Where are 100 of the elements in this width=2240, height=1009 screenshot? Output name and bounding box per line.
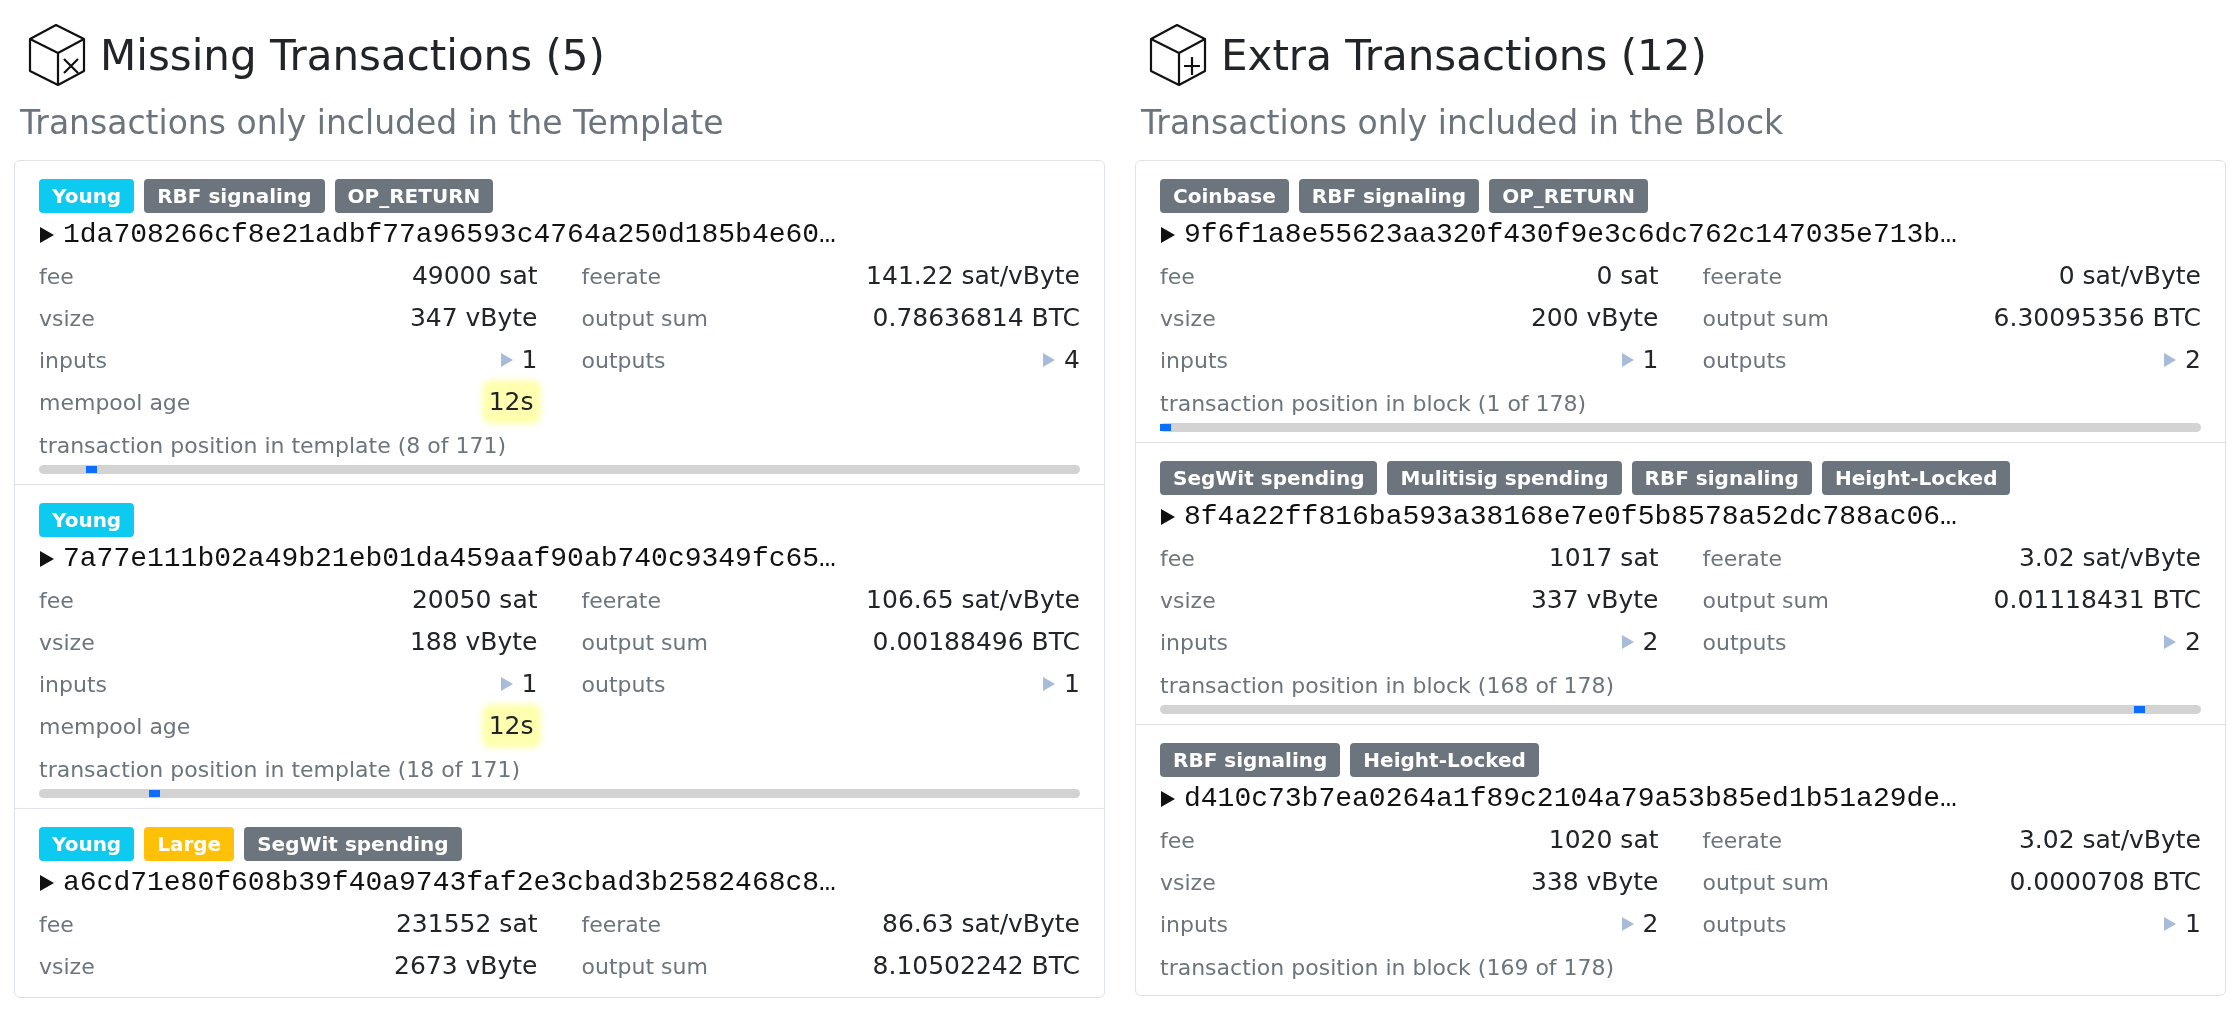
field-label: feerate	[581, 586, 661, 615]
field-value: 0 sat	[1596, 260, 1659, 293]
field-value: 49000 sat	[411, 260, 538, 293]
field-value: 347 vByte	[409, 302, 538, 335]
field-label: feerate	[581, 910, 661, 939]
tag: RBF signaling	[1160, 743, 1341, 777]
field-value: 2	[1642, 908, 1659, 941]
field-value: 338 vByte	[1530, 866, 1659, 899]
field-label: outputs	[1702, 346, 1787, 375]
field-label: output sum	[581, 952, 708, 981]
position-label: transaction position in template (18 of 171)	[39, 755, 522, 784]
field-label: vsize	[1160, 586, 1216, 615]
field-label: output sum	[1702, 586, 1829, 615]
field-label: inputs	[1160, 628, 1229, 657]
field-label: inputs	[1160, 910, 1229, 939]
expand-triangle-icon[interactable]	[39, 226, 55, 244]
section-title: Missing Transactions (5)	[100, 29, 605, 82]
expand-triangle-icon[interactable]	[1160, 226, 1176, 244]
field-value: 0.78636814 BTC	[872, 302, 1080, 335]
field-value: 3.02 sat/vByte	[2018, 542, 2201, 575]
field-value: 0.0000708 BTC	[2009, 866, 2201, 899]
field-label: fee	[39, 262, 74, 291]
tag: Height-Locked	[1821, 461, 2011, 495]
field-label: feerate	[1702, 544, 1782, 573]
field-value: 6.30095356 BTC	[1993, 302, 2201, 335]
field-label: fee	[1160, 826, 1195, 855]
field-value: 0 sat/vByte	[2058, 260, 2201, 293]
field-value: 4	[1064, 344, 1080, 377]
field-value: 20050 sat	[411, 584, 538, 617]
tag: RBF signaling	[1298, 179, 1480, 213]
tag: Young	[39, 503, 135, 537]
tag: OP_RETURN	[334, 179, 494, 213]
field-value: 1	[2185, 908, 2201, 941]
field-value: 188 vByte	[409, 626, 538, 659]
field-value: 1	[1064, 668, 1080, 701]
section-subtitle: Transactions only included in the Template	[19, 102, 725, 145]
field-label: outputs	[1702, 628, 1787, 657]
field-value: 1020 sat	[1548, 824, 1659, 857]
field-value: 337 vByte	[1530, 584, 1659, 617]
field-label: output sum	[581, 304, 708, 333]
field-value: 86.63 sat/vByte	[882, 908, 1080, 941]
field-label: outputs	[581, 346, 666, 375]
position-label: transaction position in template (8 of 171)	[39, 431, 508, 460]
tag: SegWit spending	[244, 827, 462, 861]
tag: Height-Locked	[1350, 743, 1539, 777]
tag: SegWit spending	[1160, 461, 1378, 495]
field-label: inputs	[39, 670, 108, 699]
section-title: Extra Transactions (12)	[1221, 29, 1707, 82]
box-plus-icon	[1147, 21, 1209, 89]
field-label: fee	[39, 586, 74, 615]
expand-triangle-icon[interactable]	[1160, 508, 1176, 526]
field-value: 231552 sat	[395, 908, 538, 941]
field-label: vsize	[39, 628, 95, 657]
field-label: inputs	[39, 346, 108, 375]
field-label: output sum	[1702, 304, 1829, 333]
expand-triangle-icon[interactable]	[1160, 790, 1176, 808]
txid-text[interactable]: 8f4a22ff816ba593a38168e7e0f5b8578a52dc788ac06…	[1184, 496, 1957, 538]
txid-text[interactable]: 7a77e111b02a49b21eb01da459aaf90ab740c9349fc65…	[63, 538, 836, 580]
field-value: 200 vByte	[1530, 302, 1659, 335]
field-label: vsize	[1160, 868, 1216, 897]
tag: Young	[39, 179, 135, 213]
field-value: 8.10502242 BTC	[872, 950, 1080, 983]
position-label: transaction position in block (1 of 178)	[1160, 389, 1588, 418]
field-value: 0.00188496 BTC	[872, 626, 1080, 659]
expand-triangle-icon[interactable]	[39, 874, 55, 892]
field-label: fee	[39, 910, 74, 939]
field-value: 2	[1642, 626, 1659, 659]
field-value: 2673 vByte	[394, 950, 538, 983]
field-value: 0.01118431 BTC	[1993, 584, 2201, 617]
expand-triangle-icon[interactable]	[39, 550, 55, 568]
tag: RBF signaling	[1631, 461, 1812, 495]
field-value: 106.65 sat/vByte	[866, 584, 1080, 617]
field-value: 3.02 sat/vByte	[2018, 824, 2201, 857]
tag: Young	[39, 827, 135, 861]
field-label: output sum	[1702, 868, 1829, 897]
field-label: fee	[1160, 544, 1195, 573]
position-label: transaction position in block (168 of 178)	[1160, 671, 1616, 700]
field-value: 2	[2185, 626, 2201, 659]
txid-text[interactable]: d410c73b7ea0264a1f89c2104a79a53b85ed1b51a29de…	[1184, 778, 1957, 820]
position-label: transaction position in block (169 of 178)	[1160, 953, 1616, 982]
field-label: mempool age	[39, 388, 191, 417]
field-label: outputs	[1702, 910, 1787, 939]
txid-text[interactable]: 9f6f1a8e55623aa320f430f9e3c6dc762c147035e713b…	[1184, 214, 1957, 256]
field-label: feerate	[1702, 826, 1782, 855]
field-label: outputs	[581, 670, 666, 699]
field-label: output sum	[581, 628, 708, 657]
txid-text[interactable]: 1da708266cf8e21adbf77a96593c4764a250d185b4e60…	[63, 214, 836, 256]
field-label: inputs	[1160, 346, 1229, 375]
section-subtitle: Transactions only included in the Block	[1140, 102, 1785, 145]
field-value: 1	[521, 668, 538, 701]
field-label: fee	[1160, 262, 1195, 291]
field-label: mempool age	[39, 712, 191, 741]
txid-text[interactable]: a6cd71e80f608b39f40a9743faf2e3cbad3b2582468c8…	[63, 862, 836, 904]
tag: Large	[144, 827, 235, 861]
tag: RBF signaling	[144, 179, 325, 213]
field-value: 1017 sat	[1548, 542, 1659, 575]
field-value: 141.22 sat/vByte	[866, 260, 1080, 293]
field-label: feerate	[1702, 262, 1782, 291]
box-cross-icon	[26, 21, 88, 89]
tag: Mulitisig spending	[1387, 461, 1622, 495]
